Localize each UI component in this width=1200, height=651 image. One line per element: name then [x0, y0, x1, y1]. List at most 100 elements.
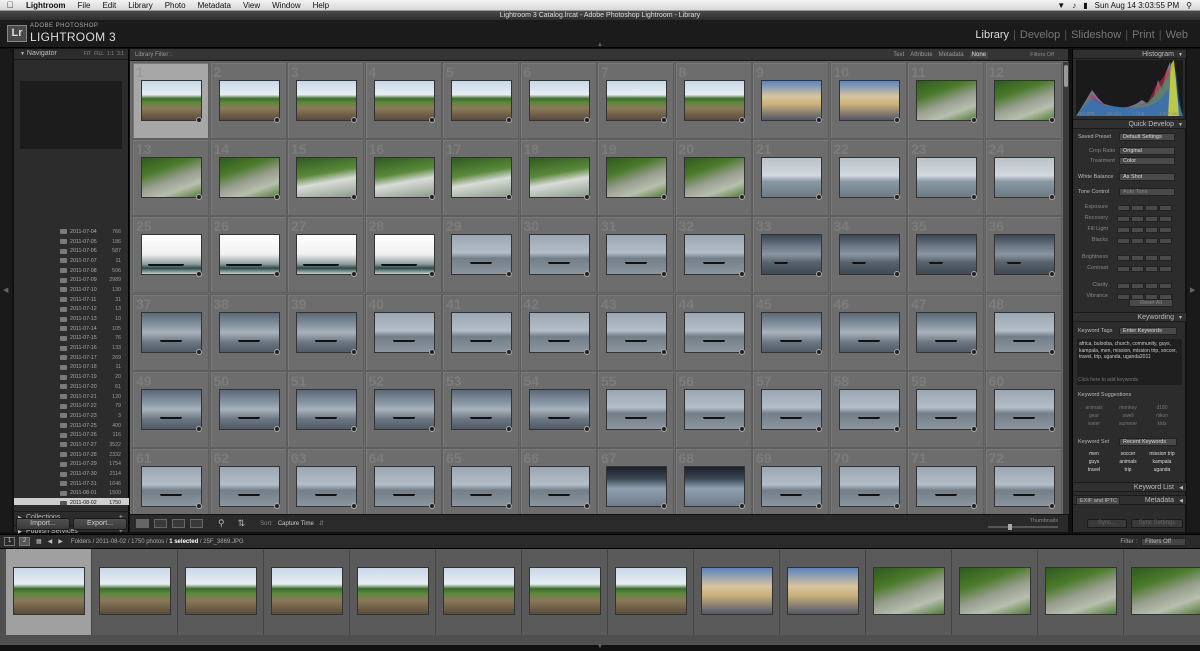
thumbnail-image[interactable]	[373, 80, 435, 121]
source-path[interactable]: Folders / 2011-08-02 / 1750 photos / 1 s…	[71, 539, 244, 545]
step-button[interactable]	[1145, 255, 1158, 261]
step-button[interactable]	[1159, 283, 1172, 289]
menu-file[interactable]: File	[72, 1, 97, 10]
thumbnail-image[interactable]	[528, 234, 590, 276]
grid-cell[interactable]: 70	[829, 448, 907, 514]
menu-view[interactable]: View	[237, 1, 266, 10]
thumbnail-image[interactable]	[373, 311, 435, 353]
filmstrip-cell[interactable]	[264, 549, 350, 635]
filmstrip-thumbnail[interactable]	[959, 567, 1031, 615]
filter-dropdown[interactable]: Filters Off	[1141, 537, 1186, 546]
grid-cell[interactable]: 24	[984, 139, 1062, 217]
grid-cell[interactable]: 53	[442, 370, 519, 448]
grid-cell[interactable]: 47	[907, 293, 984, 371]
step-button[interactable]	[1145, 283, 1158, 289]
thumbnail-image[interactable]	[451, 80, 512, 121]
thumbnail-image[interactable]	[993, 234, 1055, 276]
navigator-preview[interactable]	[20, 81, 122, 149]
folder-row[interactable]: 2011-07-12 13	[14, 305, 129, 315]
thumbnail-image[interactable]	[528, 157, 590, 199]
step-button[interactable]	[1131, 205, 1144, 211]
folder-row[interactable]: 2011-07-05 186	[14, 237, 129, 247]
keyword-chip[interactable]: d180	[1145, 405, 1179, 411]
folder-row[interactable]: 2011-07-21 120	[14, 392, 129, 402]
filmstrip-cell[interactable]	[1124, 549, 1200, 635]
thumbnail-image[interactable]	[916, 466, 977, 507]
thumbnail-image[interactable]	[296, 157, 357, 199]
right-panel-toggle-icon[interactable]: ▶	[1190, 286, 1195, 294]
grid-cell[interactable]: 9	[752, 62, 829, 139]
left-panel-toggle-icon[interactable]: ◀	[3, 286, 8, 294]
module-print[interactable]: Print	[1128, 29, 1159, 41]
filmstrip-toggle-icon[interactable]: ▼	[597, 644, 603, 650]
filmstrip-thumbnail[interactable]	[357, 567, 429, 615]
thumbnail-image[interactable]	[606, 80, 667, 121]
filter-text[interactable]: Text	[893, 52, 904, 58]
step-button[interactable]	[1159, 255, 1172, 261]
folder-row[interactable]: 2011-07-17 269	[14, 353, 129, 363]
folder-row[interactable]: 2011-07-08 506	[14, 266, 129, 276]
scrollbar-thumb[interactable]	[1064, 65, 1068, 87]
crop-ratio-dropdown[interactable]: Original	[1119, 147, 1175, 155]
thumbnail-image[interactable]	[993, 466, 1055, 507]
grid-cell[interactable]: 15	[287, 139, 364, 217]
module-library[interactable]: Library	[971, 29, 1013, 41]
quick-develop-header[interactable]: Quick Develop ▼	[1073, 119, 1186, 129]
slider-track[interactable]	[988, 524, 1058, 530]
filmstrip-thumbnail[interactable]	[13, 567, 85, 615]
module-web[interactable]: Web	[1162, 29, 1192, 41]
folder-row[interactable]: 2011-07-18 11	[14, 363, 129, 373]
menu-library[interactable]: Library	[122, 1, 158, 10]
grid-cell[interactable]: 61	[132, 448, 209, 514]
grid-cell[interactable]: 29	[442, 216, 519, 294]
grid-cell[interactable]: 62	[209, 448, 287, 514]
menu-app[interactable]: Lightroom	[20, 1, 72, 10]
zoom-1-1[interactable]: 1:1	[107, 49, 114, 60]
grid-cell[interactable]: 59	[907, 370, 984, 448]
reset-all-button[interactable]: Reset All	[1129, 299, 1173, 307]
grid-cell[interactable]: 17	[442, 139, 519, 217]
thumbnail-image[interactable]	[296, 466, 357, 507]
folder-row[interactable]: 2011-07-14 105	[14, 324, 129, 334]
folder-row[interactable]: 2011-07-28 2332	[14, 450, 129, 460]
thumbnail-image[interactable]	[683, 466, 745, 507]
thumbnail-image[interactable]	[761, 311, 822, 353]
thumbnail-image[interactable]	[218, 311, 280, 353]
thumbnail-image[interactable]	[606, 311, 667, 353]
step-button[interactable]	[1117, 255, 1130, 261]
folder-row[interactable]: 2011-07-16 133	[14, 343, 129, 353]
grid-cell[interactable]: 12	[984, 62, 1062, 139]
grid-cell[interactable]: 10	[829, 62, 907, 139]
folder-row[interactable]: 2011-07-13 10	[14, 314, 129, 324]
grid-cell[interactable]: 7	[597, 62, 674, 139]
step-button[interactable]	[1145, 227, 1158, 233]
grid-cell[interactable]: 22	[829, 139, 907, 217]
keyword-list-header[interactable]: Keyword List ◀	[1073, 482, 1186, 492]
menu-edit[interactable]: Edit	[96, 1, 122, 10]
thumbnail-image[interactable]	[761, 80, 822, 121]
grid-cell[interactable]: 55	[597, 370, 674, 448]
filmstrip-cell[interactable]	[350, 549, 436, 635]
histogram-header[interactable]: Histogram ▼	[1073, 49, 1186, 59]
thumbnail-image[interactable]	[141, 234, 202, 276]
spotlight-icon[interactable]: ⚲	[1186, 1, 1192, 10]
filmstrip-thumbnail[interactable]	[1131, 567, 1200, 615]
tone-stepper[interactable]	[1117, 266, 1172, 272]
filmstrip-cell[interactable]	[780, 549, 866, 635]
grid-cell[interactable]: 28	[364, 216, 442, 294]
keyword-chip[interactable]: kampala	[1145, 459, 1179, 465]
zoom-fill[interactable]: FILL	[94, 49, 104, 60]
window-2-button[interactable]: 2	[19, 537, 30, 546]
grid-cell[interactable]: 3	[287, 62, 364, 139]
filmstrip-thumbnail[interactable]	[443, 567, 515, 615]
filmstrip-cell[interactable]	[436, 549, 522, 635]
grid-cell[interactable]: 30	[519, 216, 597, 294]
grid-cell[interactable]: 41	[442, 293, 519, 371]
grid-cell[interactable]: 21	[752, 139, 829, 217]
filmstrip-cell[interactable]	[952, 549, 1038, 635]
export-button[interactable]: Export...	[73, 518, 127, 530]
folder-row[interactable]: 2011-07-22 79	[14, 401, 129, 411]
keyword-chip[interactable]: mission trip	[1145, 451, 1179, 457]
metadata-header[interactable]: EXIF and IPTC Metadata ◀	[1073, 495, 1186, 505]
step-button[interactable]	[1131, 266, 1144, 272]
